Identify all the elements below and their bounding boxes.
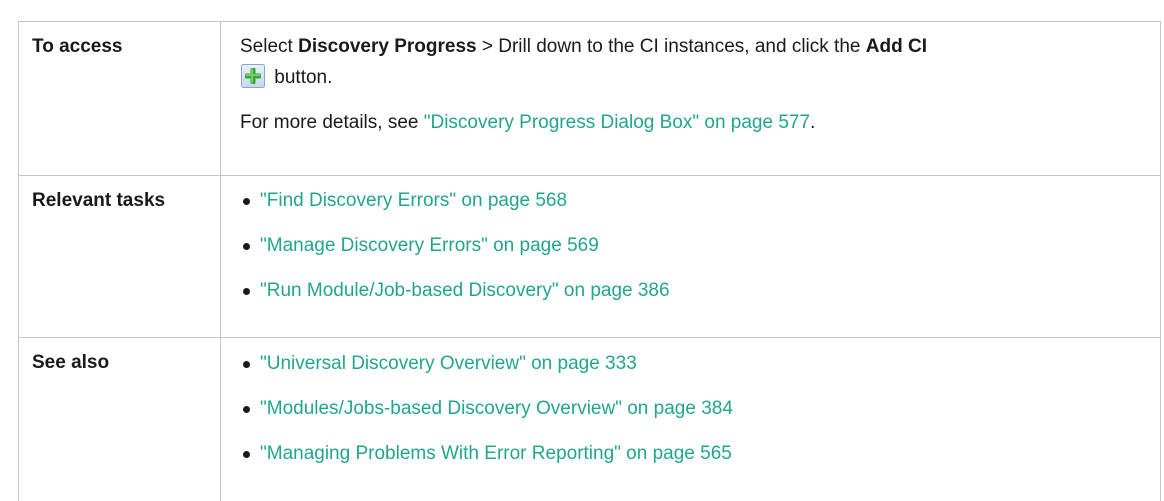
discovery-progress-dialog-link[interactable]: "Discovery Progress Dialog Box" on page … [424,112,810,133]
add-ci-plus-icon [241,64,265,88]
discovery-progress-term: Discovery Progress [298,36,477,57]
bullet-icon [243,451,250,458]
bullet-icon [243,288,250,295]
universal-discovery-overview-link[interactable]: "Universal Discovery Overview" on page 3… [260,353,637,374]
more-details-text: For more details, see [240,112,424,133]
bullet-icon [243,361,250,368]
list-item: "Manage Discovery Errors" on page 569 [240,234,1144,258]
add-ci-term: Add CI [866,36,927,57]
list-item: "Find Discovery Errors" on page 568 [240,189,1144,213]
manage-discovery-errors-link[interactable]: "Manage Discovery Errors" on page 569 [260,235,599,256]
row-content-see-also: "Universal Discovery Overview" on page 3… [221,338,1161,501]
see-also-list: "Universal Discovery Overview" on page 3… [240,338,1144,466]
list-item: "Modules/Jobs-based Discovery Overview" … [240,397,1144,421]
run-module-job-discovery-link[interactable]: "Run Module/Job-based Discovery" on page… [260,280,670,301]
more-details-period: . [810,112,815,133]
row-content-relevant-tasks: "Find Discovery Errors" on page 568 "Man… [221,176,1161,338]
document-page: To access Select Discovery Progress > Dr… [0,0,1164,481]
access-text-post: button. [269,67,332,88]
row-content-to-access: Select Discovery Progress > Drill down t… [221,22,1161,176]
relevant-tasks-list: "Find Discovery Errors" on page 568 "Man… [240,176,1144,303]
access-text-pre: Select [240,36,298,57]
list-item: "Universal Discovery Overview" on page 3… [240,352,1144,376]
managing-problems-error-reporting-link[interactable]: "Managing Problems With Error Reporting"… [260,443,732,464]
row-relevant-tasks: Relevant tasks "Find Discovery Errors" o… [19,176,1161,338]
access-instructions: Select Discovery Progress > Drill down t… [240,22,1144,91]
bullet-icon [243,406,250,413]
row-to-access: To access Select Discovery Progress > Dr… [19,22,1161,176]
bullet-icon [243,243,250,250]
modules-jobs-discovery-overview-link[interactable]: "Modules/Jobs-based Discovery Overview" … [260,398,733,419]
access-more-details: For more details, see "Discovery Progres… [240,91,1144,135]
row-label-see-also: See also [19,338,221,501]
row-see-also: See also "Universal Discovery Overview" … [19,338,1161,501]
info-table: To access Select Discovery Progress > Dr… [18,21,1161,501]
find-discovery-errors-link[interactable]: "Find Discovery Errors" on page 568 [260,190,567,211]
access-text-mid: > Drill down to the CI instances, and cl… [477,36,866,57]
bullet-icon [243,198,250,205]
row-label-relevant-tasks: Relevant tasks [19,176,221,338]
row-label-to-access: To access [19,22,221,176]
list-item: "Run Module/Job-based Discovery" on page… [240,279,1144,303]
list-item: "Managing Problems With Error Reporting"… [240,442,1144,466]
